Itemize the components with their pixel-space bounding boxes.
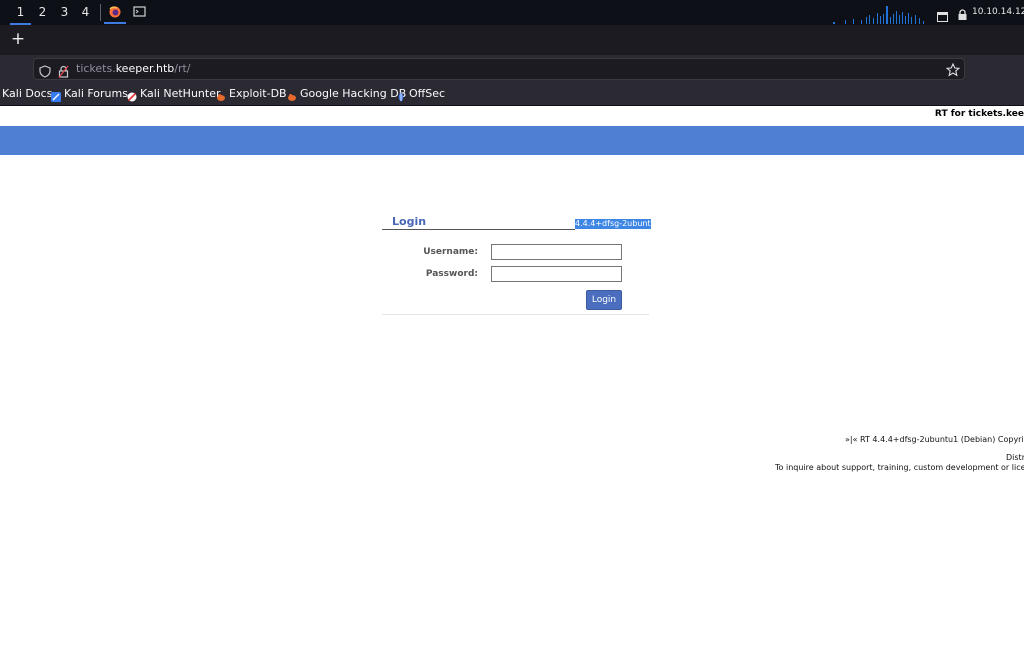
footer-copyright: »|« RT 4.4.4+dfsg-2ubuntu1 (Debian) Copy…	[845, 435, 1024, 444]
footer-support-info: To inquire about support, training, cust…	[775, 463, 1024, 472]
panel-separator	[100, 4, 101, 21]
bookmark-exploit-db[interactable]: Exploit-DB	[216, 84, 287, 104]
bookmark-kali-nethunter[interactable]: Kali NetHunter	[127, 84, 221, 104]
password-input[interactable]	[491, 266, 622, 282]
terminal-icon[interactable]	[131, 4, 149, 20]
username-input[interactable]	[491, 244, 622, 260]
footer-distribution: Distri	[1006, 453, 1024, 462]
bookmark-offsec[interactable]: OffSec	[396, 84, 445, 104]
exploit-db-icon	[216, 89, 226, 101]
lock-icon[interactable]	[957, 6, 968, 20]
network-activity-graph	[833, 5, 928, 24]
url-text[interactable]: tickets.keeper.htb/rt/	[76, 59, 191, 79]
bookmark-label: Kali NetHunter	[140, 87, 221, 100]
login-box-title: Login	[392, 215, 427, 228]
nethunter-icon	[127, 89, 137, 102]
bookmark-label: OffSec	[409, 87, 446, 100]
bookmark-star-icon[interactable]	[945, 62, 961, 77]
workspace-3-button[interactable]: 3	[54, 0, 75, 25]
workspace-2-button[interactable]: 2	[32, 0, 53, 25]
insecure-lock-icon[interactable]	[58, 63, 69, 78]
offsec-icon	[396, 89, 406, 102]
bookmark-label: Exploit-DB	[229, 87, 287, 100]
password-label: Password:	[425, 269, 478, 279]
shield-icon[interactable]	[39, 63, 51, 78]
window-icon[interactable]	[937, 7, 948, 22]
bookmark-google-hacking-db[interactable]: Google Hacking DB	[287, 84, 406, 104]
rt-header-band	[0, 126, 1024, 155]
ghdb-icon	[287, 89, 297, 101]
workspace-4-button[interactable]: 4	[75, 0, 96, 25]
active-app-indicator	[104, 22, 126, 24]
bookmark-label: Kali Forums	[64, 87, 128, 100]
kali-forums-icon	[51, 89, 61, 102]
bookmark-kali-forums[interactable]: Kali Forums	[51, 84, 128, 104]
rt-page-header-title: RT for tickets.kee	[934, 109, 1024, 119]
url-host: keeper.htb	[115, 62, 175, 75]
url-subdomain: tickets.	[76, 62, 116, 75]
firefox-icon[interactable]	[106, 4, 124, 20]
bookmark-label: Google Hacking DB	[300, 87, 407, 100]
ip-address-label: 10.10.14.122	[972, 7, 1024, 17]
workspace-1-button[interactable]: 1	[10, 0, 31, 25]
login-title-underline	[382, 229, 575, 230]
bookmark-kali-docs[interactable]: Kali Docs	[2, 84, 52, 104]
login-box-divider	[382, 314, 649, 315]
username-label: Username:	[423, 247, 478, 257]
rt-version-label: 4.4.4+dfsg-2ubuntu1	[575, 219, 651, 229]
login-button[interactable]: Login	[586, 290, 622, 310]
browser-tab-strip	[0, 25, 1024, 55]
bookmark-label: Kali Docs	[2, 87, 53, 100]
url-path: /rt/	[174, 62, 191, 75]
new-tab-button[interactable]: +	[8, 29, 28, 49]
